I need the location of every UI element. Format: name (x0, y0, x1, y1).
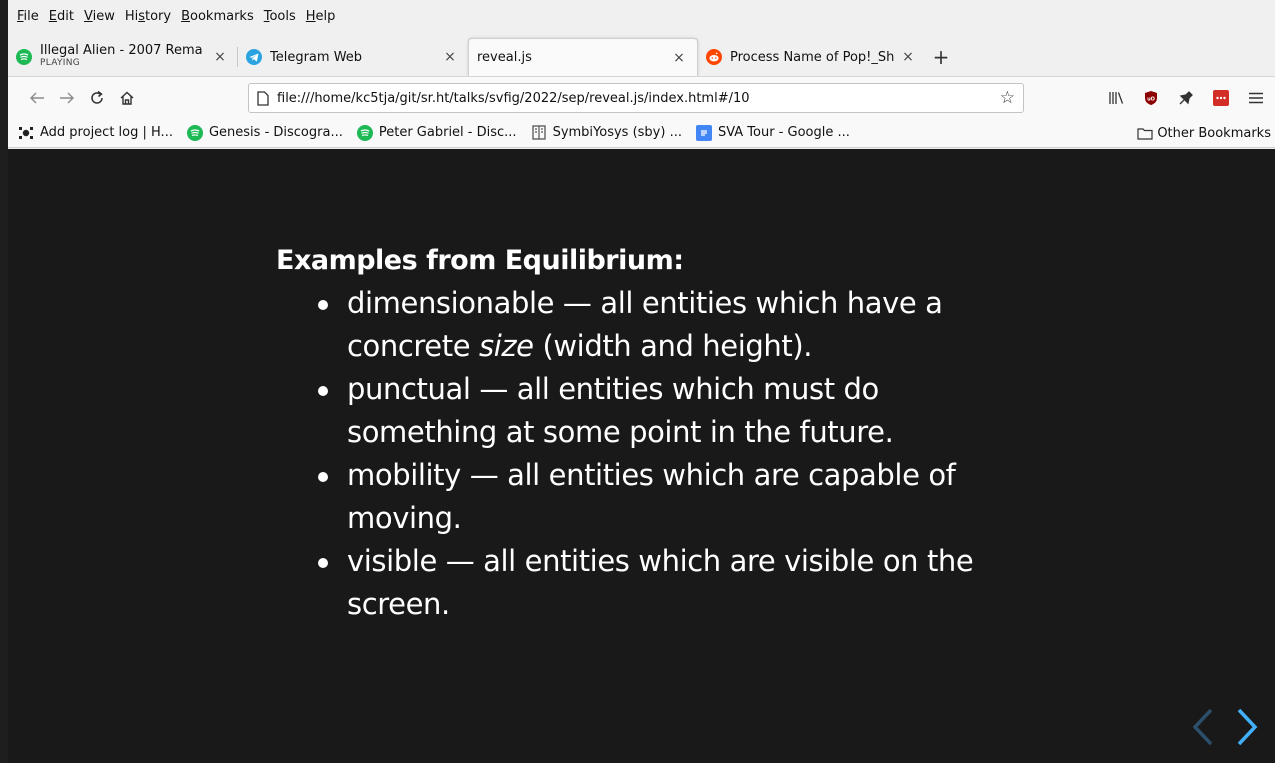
list-item: punctual — all entities which must do so… (316, 368, 1036, 454)
tab-process-name[interactable]: Process Name of Pop!_Sh × (698, 38, 926, 76)
svg-text:uO: uO (1147, 97, 1155, 103)
bookmark-label: Genesis - Discogra... (208, 125, 343, 140)
spotify-icon (186, 124, 203, 141)
reload-button[interactable] (82, 83, 112, 113)
bookmark-symbiyosys[interactable]: SymbiYosys (sby) ... (531, 125, 682, 141)
bullet-icon (318, 558, 328, 568)
bookmark-peter-gabriel[interactable]: Peter Gabriel - Disc... (356, 124, 517, 141)
new-tab-button[interactable]: + (926, 38, 956, 76)
tab-telegram-web[interactable]: Telegram Web × (238, 38, 468, 76)
bookmarks-toolbar: Add project log | H... Genesis - Discogr… (8, 118, 1275, 148)
arrow-left-icon (30, 92, 44, 103)
menu-help[interactable]: Help (301, 9, 341, 24)
menu-bar: File Edit View History Bookmarks Tools H… (8, 0, 1275, 33)
url-bar[interactable]: file:///home/kc5tja/git/sr.ht/talks/svfi… (248, 83, 1024, 113)
bullet-icon (318, 386, 328, 396)
menu-bookmarks[interactable]: Bookmarks (176, 9, 259, 24)
item-emphasis: size (478, 329, 534, 363)
bookmark-label: SVA Tour - Google ... (717, 125, 850, 140)
tab-strip: Illegal Alien - 2007 Rema PLAYING × Tele… (8, 38, 1275, 76)
tab-playing-label: PLAYING (40, 58, 81, 68)
book-icon (531, 125, 547, 141)
menu-edit[interactable]: Edit (44, 9, 79, 24)
pin-icon (1179, 91, 1193, 105)
home-icon (120, 91, 134, 105)
chevron-right-icon (1237, 708, 1258, 746)
hamburger-menu-icon (1249, 92, 1263, 104)
lastpass-button[interactable] (1206, 83, 1236, 113)
page-icon (257, 90, 269, 106)
page-content: Examples from Equilibrium: dimensionable… (8, 149, 1275, 763)
menu-view[interactable]: View (79, 9, 120, 24)
bookmark-star-icon[interactable]: ☆ (1000, 88, 1015, 108)
other-bookmarks-label: Other Bookmarks (1157, 125, 1271, 141)
slide: Examples from Equilibrium: dimensionable… (276, 245, 1036, 626)
bullet-icon (318, 300, 328, 310)
close-icon[interactable]: × (212, 49, 228, 65)
spotify-icon (356, 124, 373, 141)
item-term: punctual (347, 372, 471, 406)
tab-illegal-alien[interactable]: Illegal Alien - 2007 Rema PLAYING × (8, 38, 238, 76)
slide-list: dimensionable — all entities which have … (316, 282, 1036, 626)
reload-icon (91, 90, 103, 104)
bookmark-label: SymbiYosys (sby) ... (552, 125, 682, 140)
navigation-toolbar: file:///home/kc5tja/git/sr.ht/talks/svfi… (8, 76, 1275, 118)
menu-tools[interactable]: Tools (259, 9, 301, 24)
arrow-right-icon (60, 92, 74, 103)
slide-next-button[interactable] (1235, 707, 1259, 747)
list-item: visible — all entities which are visible… (316, 540, 1036, 626)
bookmark-genesis[interactable]: Genesis - Discogra... (186, 124, 343, 141)
home-button[interactable] (112, 83, 142, 113)
ublock-origin-icon: uO (1145, 91, 1157, 105)
back-button[interactable] (22, 83, 52, 113)
google-docs-icon (695, 124, 712, 141)
main-menu-button[interactable] (1241, 83, 1271, 113)
library-button[interactable] (1101, 83, 1131, 113)
slide-heading: Examples from Equilibrium: (276, 245, 684, 276)
menu-file[interactable]: File (12, 9, 44, 24)
list-item: dimensionable — all entities which have … (316, 282, 1036, 368)
close-icon[interactable]: × (442, 49, 458, 65)
tab-title: Telegram Web (270, 50, 363, 64)
list-item: mobility — all entities which are capabl… (316, 454, 1036, 540)
chevron-left-icon (1192, 708, 1213, 746)
item-term: visible (347, 544, 437, 578)
extension-button[interactable] (1171, 83, 1201, 113)
bookmark-add-project-log[interactable]: Add project log | H... (18, 125, 173, 141)
item-term: dimensionable (347, 286, 555, 320)
bookmark-sva-tour[interactable]: SVA Tour - Google ... (695, 124, 850, 141)
bullet-icon (318, 472, 328, 482)
bookmark-label: Peter Gabriel - Disc... (378, 125, 517, 140)
folder-icon (1137, 127, 1153, 140)
slide-prev-button[interactable] (1191, 707, 1215, 747)
tab-title: Process Name of Pop!_Sh (730, 50, 895, 64)
item-term: mobility (347, 458, 461, 492)
hackaday-icon (18, 125, 34, 141)
tab-title: reveal.js (477, 51, 532, 64)
bookmark-label: Add project log | H... (40, 125, 173, 140)
forward-button[interactable] (52, 83, 82, 113)
item-desc-end: (width and height). (533, 329, 813, 363)
library-icon (1109, 92, 1124, 104)
ublock-origin-button[interactable]: uO (1136, 83, 1166, 113)
menu-history[interactable]: History (120, 9, 176, 24)
spotify-icon (16, 49, 32, 65)
tab-reveal-js[interactable]: reveal.js × (468, 38, 698, 76)
lastpass-icon (1213, 90, 1229, 106)
close-icon[interactable]: × (671, 50, 687, 66)
url-text[interactable]: file:///home/kc5tja/git/sr.ht/talks/svfi… (277, 91, 1000, 106)
other-bookmarks[interactable]: Other Bookmarks (1137, 118, 1271, 148)
reddit-icon (706, 49, 722, 65)
close-icon[interactable]: × (900, 49, 916, 65)
telegram-icon (246, 49, 262, 65)
tab-title: Illegal Alien - 2007 Rema (40, 44, 203, 57)
item-desc: — all entities which are visible on the … (347, 544, 974, 621)
